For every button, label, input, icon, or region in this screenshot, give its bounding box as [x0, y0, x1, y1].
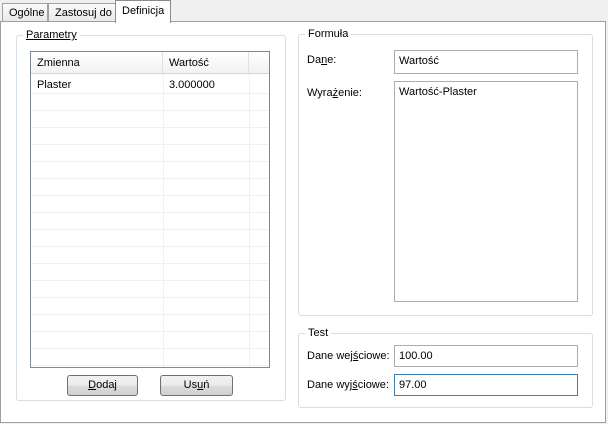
column-header-variable[interactable]: Zmienna	[31, 52, 163, 73]
table-row	[31, 247, 269, 264]
add-label-part: odaj	[96, 379, 117, 391]
output-label-part: Dane wyj	[307, 379, 353, 391]
tab-definition-label: Definicja	[122, 5, 165, 17]
input-label-part: ciowe:	[358, 350, 390, 362]
expression-label-part: Wyra	[307, 87, 333, 99]
remove-label-part: ń	[203, 379, 210, 391]
table-row	[31, 94, 269, 111]
parameters-group-title: Parametry	[23, 28, 80, 42]
tab-bar: Ogólne Zastosuj do Definicja	[0, 0, 608, 23]
table-row	[31, 196, 269, 213]
tab-general[interactable]: Ogólne	[2, 3, 48, 22]
tab-apply-to[interactable]: Zastosuj do	[48, 3, 116, 22]
output-label-part: ciowe:	[357, 379, 389, 391]
variable-cell: Plaster	[37, 79, 72, 91]
column-header-value[interactable]: Wartość	[163, 52, 249, 73]
table-row	[31, 230, 269, 247]
parameters-title-text: Parametry	[26, 29, 77, 41]
remove-button[interactable]: Usuń	[160, 375, 233, 396]
test-group-title: Test	[305, 326, 332, 340]
table-row	[31, 162, 269, 179]
expression-label: Wyrażenie:	[307, 87, 362, 99]
tab-general-label: Ogólne	[9, 7, 45, 19]
table-row	[31, 298, 269, 315]
table-row	[31, 128, 269, 145]
table-row	[31, 315, 269, 332]
remove-label-part: Us	[183, 379, 198, 391]
table-row[interactable]: Plaster 3.000000	[31, 77, 269, 94]
parameters-list-header: Zmienna Wartość	[31, 52, 269, 74]
formula-group-title: Formuła	[305, 27, 352, 41]
input-label-part: Dane wej	[307, 350, 353, 362]
output-data-field[interactable]: 97.00	[394, 374, 578, 396]
table-row	[31, 145, 269, 162]
parameters-list[interactable]: Zmienna Wartość Plaster 3.000000	[30, 51, 270, 368]
tab-definition[interactable]: Definicja	[115, 0, 171, 23]
value-cell: 3.000000	[169, 79, 215, 91]
input-data-field[interactable]: 100.00	[394, 345, 578, 367]
table-row	[31, 332, 269, 349]
data-field[interactable]: Wartość	[394, 50, 578, 74]
data-label: Dane:	[307, 54, 336, 66]
column-header-filler	[249, 52, 269, 73]
table-row	[31, 213, 269, 230]
add-label-accesskey: D	[88, 379, 97, 391]
data-label-part: e:	[327, 54, 337, 66]
table-row	[31, 264, 269, 281]
tab-apply-to-label: Zastosuj do	[55, 7, 112, 19]
table-row	[31, 281, 269, 298]
input-data-label: Dane wejściowe:	[307, 350, 390, 362]
output-data-label: Dane wyjściowe:	[307, 379, 389, 391]
expression-label-part: enie:	[338, 87, 362, 99]
data-label-part: Da	[307, 54, 322, 66]
table-row	[31, 349, 269, 366]
table-row	[31, 179, 269, 196]
table-row	[31, 111, 269, 128]
expression-textarea[interactable]: Wartość-Plaster	[394, 81, 578, 302]
add-button[interactable]: Dodaj	[67, 375, 138, 396]
